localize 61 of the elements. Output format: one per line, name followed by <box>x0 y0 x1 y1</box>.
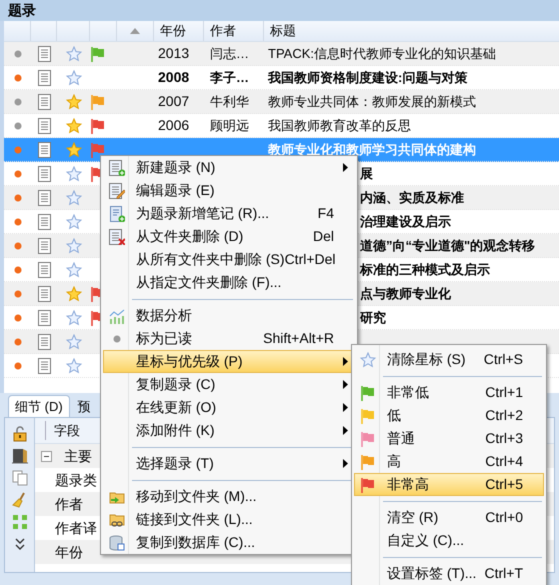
menu-label: 从文件夹删除 (D) <box>136 227 244 246</box>
field-label: 作者译 <box>55 518 97 538</box>
menu-label: 复制题录 (C) <box>136 375 216 394</box>
title-cell: 标准的三种模式及启示 <box>360 262 490 277</box>
menu-label: 复制到数据库 (C)... <box>136 533 256 552</box>
menu-label: 移动到文件夹 (M)... <box>136 487 258 506</box>
panel-title: 题录 <box>8 1 36 20</box>
shortcut-label: Ctrl+2 <box>485 406 523 425</box>
title-cell: 道德”向“专业道德"的观念转移 <box>360 238 536 253</box>
shortcut-label: F4 <box>318 204 334 223</box>
menu-label: 选择题录 (T) <box>136 454 215 473</box>
title-cell: 内涵、实质及标准 <box>360 190 464 205</box>
menu-label: 普通 <box>387 429 416 448</box>
year-cell: 2007 <box>158 93 190 109</box>
shortcut-label: Ctrl+3 <box>485 429 523 448</box>
title-cell: 展 <box>360 166 373 181</box>
author-cell: 闫志… <box>210 46 249 61</box>
menu-label: 标为已读 <box>136 329 193 348</box>
shortcut-label: Shift+Alt+R <box>263 329 334 348</box>
year-cell: 2008 <box>158 69 190 85</box>
shortcut-label: Ctrl+0 <box>485 508 523 527</box>
menu-label: 高 <box>387 452 402 471</box>
menu-label: 清空 (R) <box>387 508 440 527</box>
menu-label: 链接到文件夹 (L)... <box>136 510 254 529</box>
menu-label: 数据分析 <box>136 306 193 325</box>
title-cell: 治理建设及启示 <box>360 214 451 229</box>
menu-label: 低 <box>387 406 402 425</box>
title-cell: TPACK:信息时代教师专业化的知识基础 <box>268 46 496 61</box>
year-cell: 2006 <box>158 117 190 133</box>
shortcut-label: Ctrl+T <box>484 564 523 583</box>
shortcut-label: Ctrl+1 <box>485 383 523 402</box>
shortcut-label: Ctrl+4 <box>485 452 523 471</box>
author-cell: 李子… <box>210 70 249 85</box>
shortcut-label: Ctrl+Del <box>284 250 336 269</box>
title-cell: 我国教师教育改革的反思 <box>268 118 411 133</box>
menu-label: 添加附件 (K) <box>136 421 216 440</box>
menu-label: 为题录新增笔记 (R)... <box>136 204 270 223</box>
title-cell: 我国教师资格制度建设:问题与对策 <box>268 70 468 85</box>
author-cell: 牛利华 <box>210 94 249 109</box>
field-label: 作者 <box>55 494 83 514</box>
menu-label: 自定义 (C)... <box>387 531 465 550</box>
menu-label: 清除星标 (S) <box>387 350 467 369</box>
field-label: 年份 <box>55 542 83 562</box>
title-cell: 研究 <box>360 310 386 325</box>
year-cell: 2013 <box>158 45 190 61</box>
menu-label: 非常高 <box>387 475 430 494</box>
menu-label: 从所有文件夹中删除 (S) <box>136 250 285 269</box>
title-cell: 点与教师专业化 <box>360 286 451 301</box>
menu-label: 从指定文件夹删除 (F)... <box>136 273 282 292</box>
menu-label: 非常低 <box>387 383 430 402</box>
menu-label: 编辑题录 (E) <box>136 181 216 200</box>
field-label: 题录类 <box>55 470 97 490</box>
menu-label: 在线更新 (O) <box>136 398 218 417</box>
shortcut-label: Ctrl+5 <box>485 475 523 494</box>
menu-label: 星标与优先级 (P) <box>136 352 244 371</box>
author-cell: 顾明远 <box>210 118 249 133</box>
title-cell: 教师专业共同体：教师发展的新模式 <box>268 94 476 109</box>
menu-label: 设置标签 (T)... <box>387 564 478 583</box>
shortcut-label: Del <box>312 227 334 246</box>
shortcut-label: Ctrl+S <box>484 350 523 369</box>
group-label: 主要 <box>64 446 92 466</box>
